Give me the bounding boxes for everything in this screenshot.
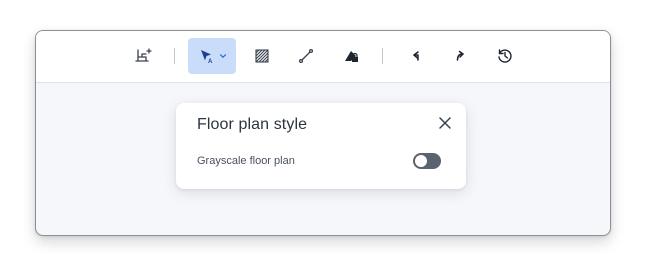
hatch-tool-button[interactable] — [247, 41, 277, 71]
toolbar-separator — [174, 48, 175, 64]
undo-arrow-icon — [409, 48, 425, 64]
close-icon — [438, 116, 452, 135]
history-button[interactable] — [490, 41, 520, 71]
toolbar-separator — [382, 48, 383, 64]
svg-text:A: A — [208, 59, 213, 65]
floor-plan-style-popover: Floor plan style Grayscale floor plan — [176, 103, 466, 189]
app-window: A Floor plan style Grayscale floor plan — [35, 30, 611, 236]
line-tool-button[interactable] — [291, 41, 321, 71]
line-segment-icon — [297, 47, 315, 65]
grayscale-toggle[interactable] — [413, 153, 441, 169]
paint-bucket-icon — [342, 47, 360, 65]
redo-arrow-icon — [452, 48, 468, 64]
close-button[interactable] — [436, 116, 454, 134]
redo-button[interactable] — [445, 41, 475, 71]
cursor-arrow-icon: A — [198, 47, 216, 65]
toolbar: A — [36, 31, 610, 83]
add-furniture-button[interactable] — [129, 41, 159, 71]
chevron-down-icon — [219, 52, 227, 60]
grayscale-option-label: Grayscale floor plan — [197, 155, 295, 167]
hatch-square-icon — [254, 48, 270, 64]
fill-tool-button[interactable] — [336, 41, 366, 71]
select-tool-button[interactable]: A — [188, 38, 236, 74]
popover-title: Floor plan style — [197, 116, 308, 133]
history-clock-icon — [496, 47, 514, 65]
undo-button[interactable] — [402, 41, 432, 71]
chair-plus-icon — [134, 46, 154, 66]
toggle-knob — [415, 155, 427, 167]
